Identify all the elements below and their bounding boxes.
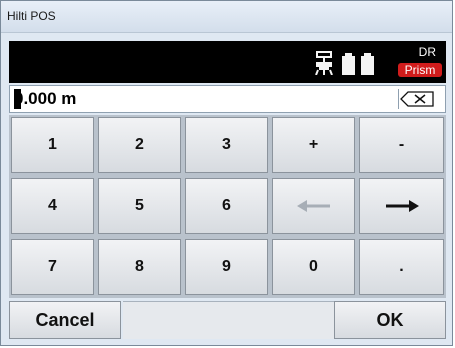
key-6[interactable]: 6 — [185, 178, 268, 234]
right-arrow-icon — [385, 200, 419, 212]
key-1[interactable]: 1 — [11, 117, 94, 173]
key-decimal-point[interactable]: . — [359, 239, 444, 295]
key-5[interactable]: 5 — [98, 178, 181, 234]
battery-icon — [342, 53, 355, 75]
key-plus[interactable]: + — [272, 117, 355, 173]
key-8[interactable]: 8 — [98, 239, 181, 295]
status-bar: DR Prism — [9, 41, 446, 83]
key-4[interactable]: 4 — [11, 178, 94, 234]
key-0[interactable]: 0 — [272, 239, 355, 295]
key-right-arrow[interactable] — [359, 178, 444, 234]
key-3[interactable]: 3 — [185, 117, 268, 173]
battery-icon — [361, 53, 374, 75]
value-field[interactable]: 0.000 m — [14, 89, 76, 109]
ok-button[interactable]: OK — [334, 301, 446, 339]
key-9[interactable]: 9 — [185, 239, 268, 295]
footer-spacer — [123, 301, 334, 339]
key-left-arrow[interactable] — [272, 178, 355, 234]
key-2[interactable]: 2 — [98, 117, 181, 173]
backspace-icon[interactable] — [398, 89, 439, 109]
value-input-row: 0.000 m — [9, 85, 446, 113]
mode-code: DR — [418, 45, 436, 59]
cancel-button[interactable]: Cancel — [9, 301, 121, 339]
left-arrow-icon — [296, 200, 330, 212]
footer-bar: Cancel OK — [9, 301, 446, 339]
window-title: Hilti POS — [7, 9, 56, 23]
tilt-sensor-icon — [315, 51, 333, 75]
key-7[interactable]: 7 — [11, 239, 94, 295]
app-window: Hilti POS DR Prism 0.000 m 1 2 3 + - 4 5… — [0, 0, 453, 346]
numeric-keypad: 1 2 3 + - 4 5 6 7 8 9 0 . — [9, 115, 446, 298]
prism-badge[interactable]: Prism — [398, 63, 442, 77]
title-bar: Hilti POS — [1, 1, 452, 33]
key-minus[interactable]: - — [359, 117, 444, 173]
